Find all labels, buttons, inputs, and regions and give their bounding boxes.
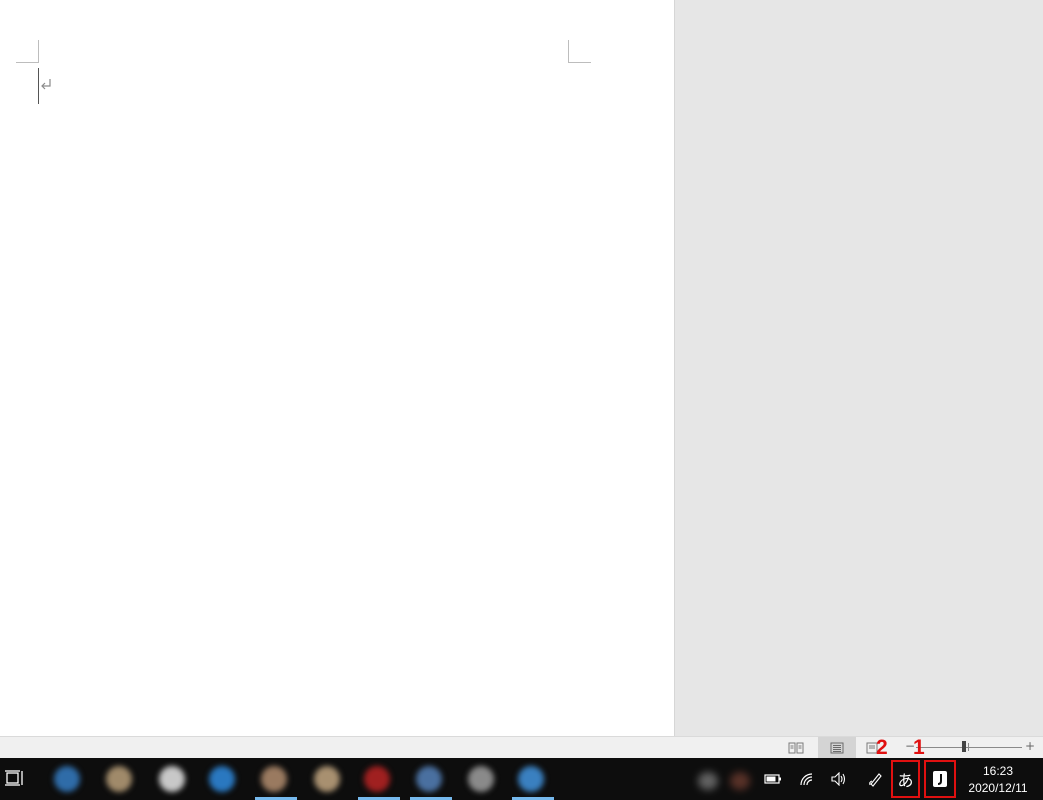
zoom-slider-thumb[interactable] — [962, 741, 966, 752]
taskbar-app-4[interactable] — [203, 764, 239, 794]
speaker-icon[interactable] — [829, 769, 849, 789]
taskbar-app-icon — [416, 766, 442, 792]
taskbar-app-icon — [364, 766, 390, 792]
annotation-number-1: 1 — [913, 736, 925, 759]
taskbar-app-1[interactable] — [48, 764, 84, 794]
blurred-tray-icon — [730, 772, 750, 790]
zoom-slider-track[interactable] — [916, 747, 1022, 748]
taskbar-app-2[interactable] — [100, 764, 136, 794]
print-layout-button[interactable] — [818, 737, 856, 758]
ime-pad-button[interactable] — [924, 760, 956, 798]
taskbar-app-icon — [159, 766, 185, 792]
taskbar-app-7[interactable] — [358, 764, 400, 800]
crop-mark-right — [568, 40, 591, 63]
taskbar-app-icon — [209, 766, 235, 792]
read-mode-button[interactable] — [781, 737, 811, 758]
battery-icon[interactable] — [763, 769, 783, 789]
zoom-slider-midpoint — [968, 743, 969, 751]
read-mode-icon — [788, 742, 804, 753]
task-view-icon[interactable] — [4, 768, 24, 788]
zoom-in-button[interactable]: + — [1025, 739, 1035, 753]
taskbar-app-3[interactable] — [153, 764, 189, 794]
wifi-icon[interactable] — [797, 769, 817, 789]
ime-input-mode-button[interactable]: あ — [891, 760, 920, 798]
taskbar-app-10[interactable] — [512, 764, 554, 800]
crop-mark-left — [16, 40, 39, 63]
annotation-number-2: 2 — [876, 736, 888, 759]
document-page[interactable] — [0, 0, 675, 736]
paragraph-mark-icon — [41, 79, 51, 90]
taskbar-app-icon — [54, 766, 80, 792]
taskbar-app-8[interactable] — [410, 764, 452, 800]
screen: − + あ 2 1 16:23 2020/12/11 — [0, 0, 1043, 800]
taskbar-app-icon — [468, 766, 494, 792]
taskbar-app-5[interactable] — [255, 764, 297, 800]
ime-pad-icon — [933, 771, 947, 787]
taskbar — [0, 758, 1043, 800]
taskbar-app-icon — [518, 766, 544, 792]
blurred-tray-icon — [698, 772, 718, 790]
clock-time: 16:23 — [982, 764, 1014, 778]
taskbar-app-icon — [106, 766, 132, 792]
taskbar-app-6[interactable] — [308, 764, 344, 794]
clock-date: 2020/12/11 — [968, 781, 1028, 795]
taskbar-app-9[interactable] — [462, 764, 498, 794]
print-layout-icon — [830, 742, 844, 753]
taskbar-clock[interactable]: 16:23 2020/12/11 — [960, 763, 1036, 797]
taskbar-app-icon — [314, 766, 340, 792]
taskbar-app-icon — [261, 766, 287, 792]
pen-icon[interactable] — [866, 769, 886, 789]
